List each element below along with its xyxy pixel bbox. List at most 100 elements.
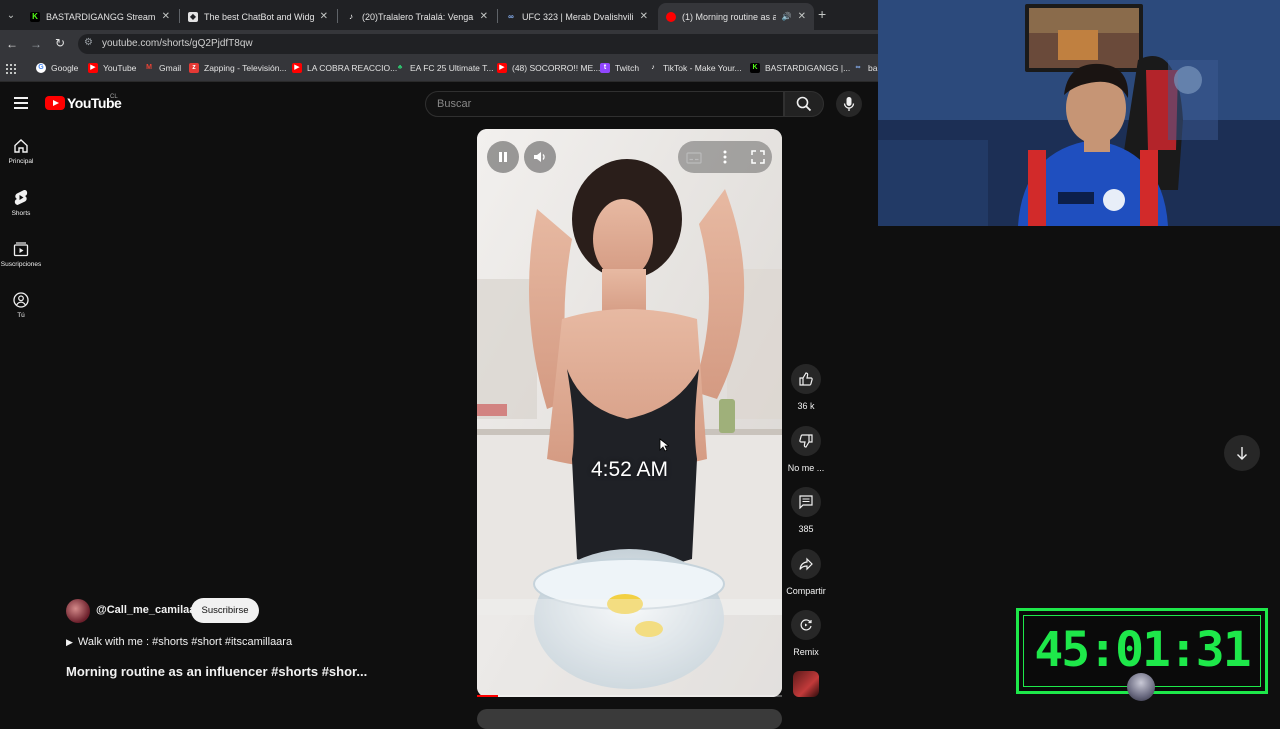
close-tab-icon[interactable]: ✕ bbox=[640, 11, 648, 22]
menu-icon[interactable] bbox=[14, 97, 28, 109]
search-icon bbox=[796, 96, 812, 112]
tiktok-icon: ♪ bbox=[651, 64, 655, 71]
nav-item-home[interactable]: Principal bbox=[0, 138, 42, 165]
video-progress-track[interactable] bbox=[477, 695, 782, 697]
microphone-icon bbox=[843, 97, 855, 111]
sound-thumbnail[interactable] bbox=[793, 671, 819, 697]
new-tab-icon[interactable]: + bbox=[818, 6, 826, 22]
like-button[interactable]: 36 k bbox=[784, 364, 828, 411]
tab-search-menu[interactable]: ⌄ bbox=[2, 6, 20, 24]
shorts-video-player[interactable] bbox=[477, 129, 782, 697]
bookmark-zapping[interactable]: z Zapping - Televisión... bbox=[189, 63, 287, 73]
youtube-logo-icon[interactable] bbox=[45, 96, 65, 110]
google-icon: G bbox=[36, 63, 46, 73]
volume-button[interactable] bbox=[524, 141, 556, 173]
fullscreen-icon[interactable] bbox=[751, 150, 765, 169]
comment-icon bbox=[799, 495, 813, 509]
short-title[interactable]: Morning routine as an influencer #shorts… bbox=[66, 664, 367, 679]
pause-icon bbox=[499, 152, 507, 162]
nav-item-subscriptions[interactable]: Suscripciones bbox=[0, 241, 42, 268]
next-short-preview[interactable] bbox=[477, 709, 782, 729]
short-description[interactable]: ▶ Walk with me : #shorts #short #itscamil… bbox=[66, 636, 292, 648]
youtube-icon: ▶ bbox=[497, 63, 507, 73]
reload-icon[interactable]: ↻ bbox=[52, 36, 68, 50]
link-icon: ∞ bbox=[508, 11, 514, 21]
tab-ufc[interactable]: ∞ UFC 323 | Merab Dvalishvili vs. ✕ bbox=[498, 3, 656, 30]
video-overlay-text: 4:52 AM bbox=[590, 458, 669, 481]
like-count: 36 k bbox=[797, 401, 815, 411]
tab-kick-stream[interactable]: K BASTARDIGANGG Stream - Wa ✕ bbox=[22, 3, 178, 30]
gmail-icon: M bbox=[146, 64, 152, 71]
next-short-button[interactable] bbox=[1224, 435, 1260, 471]
link-icon: ∞ bbox=[855, 64, 861, 71]
tab-streamelements[interactable]: ◆ The best ChatBot and Widgets ✕ bbox=[180, 3, 336, 30]
voice-search-button[interactable] bbox=[836, 91, 862, 117]
ea-icon: ♣ bbox=[397, 64, 403, 71]
tab-tiktok[interactable]: ♪ (20)Tralalero Tralalá: Venga de ✕ bbox=[338, 3, 496, 30]
bookmark-google[interactable]: G Google bbox=[36, 63, 78, 73]
tiktok-icon: ♪ bbox=[349, 11, 353, 21]
webcam-feed bbox=[878, 0, 1280, 226]
home-icon bbox=[14, 139, 28, 153]
back-icon[interactable]: ← bbox=[4, 37, 20, 51]
nav-item-shorts[interactable]: Shorts bbox=[0, 189, 42, 217]
remix-label: Remix bbox=[793, 647, 819, 657]
close-tab-icon[interactable]: ✕ bbox=[162, 11, 170, 22]
forward-icon[interactable]: → bbox=[28, 37, 44, 51]
apps-grid-icon[interactable] bbox=[6, 64, 16, 74]
subscribe-button[interactable]: Suscribirse bbox=[191, 598, 259, 623]
twitch-icon: t bbox=[600, 63, 610, 73]
channel-name[interactable]: @Call_me_camilaa bbox=[96, 604, 195, 616]
share-label: Compartir bbox=[786, 586, 826, 596]
close-tab-icon[interactable]: ✕ bbox=[320, 11, 328, 22]
tab-youtube-active[interactable]: (1) Morning routine as an in 🔊 ✕ bbox=[658, 3, 814, 30]
youtube-icon: ▶ bbox=[88, 63, 98, 73]
thumbs-up-icon bbox=[799, 372, 813, 386]
bookmark-gmail[interactable]: M Gmail bbox=[144, 63, 181, 73]
webcam-overlay bbox=[878, 0, 1280, 226]
bookmark-ea-fc[interactable]: ♣ EA FC 25 Ultimate T... bbox=[395, 63, 494, 73]
mouse-cursor-icon bbox=[659, 438, 671, 457]
comment-count: 385 bbox=[798, 524, 814, 534]
site-info-icon[interactable]: ⚙ bbox=[84, 37, 93, 48]
play-icon: ▶ bbox=[66, 637, 73, 647]
remix-button[interactable]: Remix bbox=[784, 610, 828, 657]
stream-timer: 45:01:31 bbox=[1034, 622, 1251, 678]
search-input[interactable] bbox=[425, 91, 784, 117]
bookmark-kick[interactable]: K BASTARDIGANGG |... bbox=[750, 63, 850, 73]
remix-icon bbox=[800, 619, 812, 631]
share-button[interactable]: Compartir bbox=[784, 549, 828, 596]
bookmark-socorro[interactable]: ▶ (48) SOCORRO!! ME... bbox=[497, 63, 600, 73]
search-placeholder: Buscar bbox=[437, 98, 472, 110]
you-icon bbox=[13, 292, 29, 308]
country-code: CL bbox=[110, 94, 118, 100]
timer-avatar bbox=[1127, 673, 1155, 701]
url-text: youtube.com/shorts/gQ2PjdfT8qw bbox=[102, 38, 253, 49]
captions-icon[interactable] bbox=[686, 151, 702, 169]
subscriptions-icon bbox=[13, 242, 29, 257]
close-tab-icon[interactable]: ✕ bbox=[480, 11, 488, 22]
youtube-icon: ▶ bbox=[292, 63, 302, 73]
volume-icon bbox=[534, 152, 545, 162]
thumbs-down-icon bbox=[799, 434, 813, 448]
speaker-icon[interactable]: 🔊 bbox=[782, 12, 792, 21]
share-icon bbox=[799, 557, 813, 571]
youtube-icon bbox=[666, 11, 676, 22]
pause-button[interactable] bbox=[487, 141, 519, 173]
nav-item-you[interactable]: Tú bbox=[0, 292, 42, 319]
channel-avatar[interactable] bbox=[66, 599, 90, 623]
dislike-button[interactable]: No me ... bbox=[784, 426, 828, 473]
search-button[interactable] bbox=[784, 91, 824, 117]
zapping-icon: z bbox=[189, 63, 199, 73]
comments-button[interactable]: 385 bbox=[784, 487, 828, 534]
video-frame bbox=[477, 129, 782, 697]
bookmark-twitch[interactable]: t Twitch bbox=[600, 63, 639, 73]
kick-icon: K bbox=[750, 63, 760, 73]
more-options-icon[interactable] bbox=[722, 149, 728, 170]
video-progress-fill bbox=[477, 695, 499, 697]
bookmark-youtube[interactable]: ▶ YouTube bbox=[88, 63, 136, 73]
bookmark-la-cobra[interactable]: ▶ LA COBRA REACCIO... bbox=[292, 63, 397, 73]
bookmark-ba[interactable]: ∞ ba bbox=[853, 63, 878, 73]
close-tab-icon[interactable]: ✕ bbox=[798, 11, 806, 22]
bookmark-tiktok[interactable]: ♪ TikTok - Make Your... bbox=[648, 63, 741, 73]
